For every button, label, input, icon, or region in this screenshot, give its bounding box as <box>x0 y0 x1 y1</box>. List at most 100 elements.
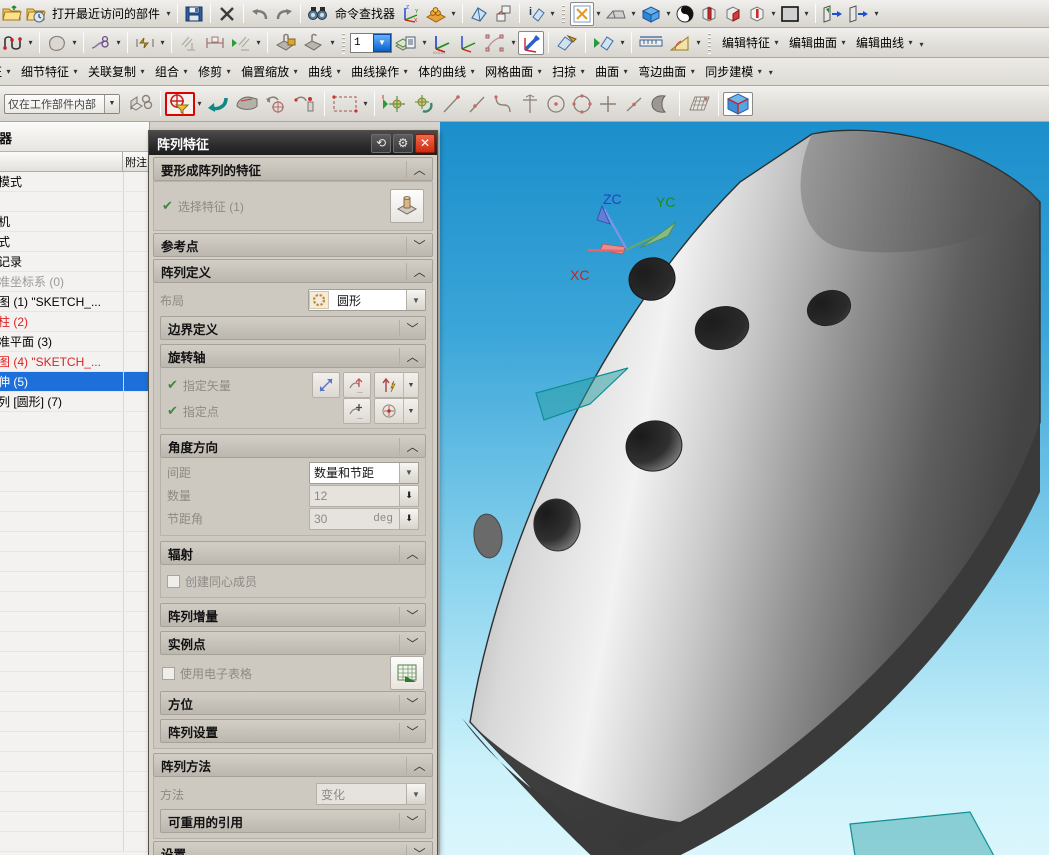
chevron-down-icon[interactable]: ▾ <box>769 2 778 26</box>
face-analysis-icon[interactable] <box>590 31 618 55</box>
group-header-pattern-method[interactable]: 阵列方法 ︿ <box>153 753 433 777</box>
group-header-rotation-axis[interactable]: 旋转轴 ︿ <box>160 344 426 368</box>
tree-row[interactable]: 史记录 <box>0 252 149 272</box>
tree-row-note-cell[interactable] <box>123 272 149 291</box>
group-header-reusable-reference[interactable]: 可重用的引用 ﹀ <box>160 809 426 833</box>
axis-icon[interactable] <box>517 92 543 116</box>
chevron-down-icon[interactable]: ﹀ <box>399 606 425 624</box>
tree-row[interactable]: 基准坐标系 (0) <box>0 272 149 292</box>
vector-constructor-icon[interactable]: ... <box>343 372 371 398</box>
cross-point-icon[interactable] <box>595 92 621 116</box>
vector-inferred-dropdown[interactable]: ▼ <box>374 372 419 398</box>
chevron-down-icon[interactable]: ▼ <box>399 462 418 483</box>
info-icon[interactable]: i <box>524 2 548 26</box>
chevron-down-icon[interactable]: ▾ <box>164 2 173 26</box>
menu-associative-copy[interactable]: 关联复制 ▾ <box>82 60 149 84</box>
point-inferred-icon[interactable] <box>375 399 403 423</box>
tree-row-note-cell[interactable] <box>123 172 149 191</box>
chevron-up-icon[interactable]: ︿ <box>406 160 432 178</box>
chevron-down-icon[interactable]: ▾ <box>291 60 300 84</box>
chevron-down-icon[interactable]: ▾ <box>468 60 477 84</box>
tree-row[interactable]: 基准平面 (3) <box>0 332 149 352</box>
menu-sweep[interactable]: 扫掠 ▾ <box>546 60 589 84</box>
datum-plane-icon[interactable] <box>126 92 156 116</box>
inferred-constraint-icon[interactable] <box>228 31 254 55</box>
toolbar-row-menus[interactable]: 征 ▾ 细节特征 ▾ 关联复制 ▾ 组合 ▾ 修剪 ▾ 偏置缩放 ▾ 曲线 ▾ … <box>0 58 1049 86</box>
tree-row[interactable]: 阵列 [圆形] (7) <box>0 392 149 412</box>
chevron-down-icon[interactable]: ▾ <box>181 60 190 84</box>
chevron-down-icon[interactable]: ▾ <box>138 60 147 84</box>
sketch-curve-icon[interactable] <box>0 31 26 55</box>
select-feature-row[interactable]: ✔ 选择特征 (1) <box>153 181 433 231</box>
select-feature-icon[interactable] <box>390 189 424 223</box>
toolbar-row-sketch[interactable]: ▾ ▾ ▾ ▾ ▾ ▾ 1 ▼ ▾ (0,0,0) ▾ ▾ ▾ 编辑特征 ▾ 编… <box>0 28 1049 58</box>
chevron-down-icon[interactable]: ▾ <box>664 2 673 26</box>
line-short-icon[interactable] <box>621 92 647 116</box>
toolbar-grip[interactable] <box>706 30 713 55</box>
resource-navigator-panel[interactable]: 统器 附注 录模式图象机达式史记录基准坐标系 (0) 草图 (1) "SKETCH… <box>0 122 150 855</box>
wcs-display-icon[interactable] <box>518 30 544 55</box>
dialog-title-bar[interactable]: 阵列特征 ⟲ ⚙ ✕ <box>149 131 437 155</box>
datum-lock-icon[interactable] <box>272 31 300 55</box>
stepper-icon[interactable]: ⬇ <box>399 485 418 506</box>
chevron-down-icon[interactable]: ﹀ <box>399 694 425 712</box>
model-history-tree[interactable]: 录模式图象机达式史记录基准坐标系 (0) 草图 (1) "SKETCH_... 圆柱… <box>0 172 149 852</box>
sketch-constraint-icon[interactable] <box>88 31 114 55</box>
perspective-icon[interactable] <box>603 2 629 26</box>
menu-curve-operation[interactable]: 曲线操作 ▾ <box>345 60 412 84</box>
chevron-down-icon[interactable]: ▾ <box>755 60 764 84</box>
move-object-icon[interactable] <box>379 92 409 116</box>
circle-icon[interactable] <box>569 92 595 116</box>
tree-row-note-cell[interactable] <box>123 252 149 271</box>
chevron-down-icon[interactable]: ▾ <box>621 60 630 84</box>
chevron-down-icon[interactable]: ▾ <box>334 60 343 84</box>
stepper-icon[interactable]: ⬇ <box>399 508 418 529</box>
undo-icon[interactable] <box>248 2 272 26</box>
group-header-instance-points[interactable]: 实例点 ﹀ <box>160 631 426 655</box>
chevron-down-icon[interactable]: ▾ <box>420 31 429 55</box>
chevron-down-icon[interactable]: ▾ <box>70 31 79 55</box>
chevron-down-icon[interactable]: ▼ <box>406 784 425 804</box>
mesh-grid-icon[interactable] <box>684 92 714 116</box>
3d-viewport[interactable]: ZC YC XC <box>440 122 1049 855</box>
group-header-reference-point[interactable]: 参考点 ﹀ <box>153 233 433 257</box>
spreadsheet-icon[interactable] <box>390 656 424 690</box>
layer-number-input[interactable]: 1 ▼ <box>350 32 392 53</box>
snap-point-icon[interactable] <box>290 92 320 116</box>
column-header-name[interactable] <box>0 152 124 171</box>
tree-row-note-cell[interactable] <box>123 292 149 311</box>
line-icon[interactable] <box>439 92 465 116</box>
close-button[interactable]: ✕ <box>415 133 435 153</box>
static-wireframe-icon[interactable] <box>697 2 721 26</box>
toolbar-row-selection[interactable]: 仅在工作部件内部 ▼ ▾ ▾ <box>0 86 1049 122</box>
tree-row-note-cell[interactable] <box>123 332 149 351</box>
menu-overflow-left[interactable]: 征 ▾ <box>0 60 15 84</box>
tree-row-note-cell[interactable] <box>123 212 149 231</box>
tree-row[interactable]: 圆柱 (2) <box>0 312 149 332</box>
sketch-region-icon[interactable] <box>44 31 70 55</box>
chevron-down-icon[interactable]: ▼ <box>403 399 418 423</box>
line-point-icon[interactable] <box>465 92 491 116</box>
chevron-down-icon[interactable]: ▾ <box>872 2 881 26</box>
rectangle-select-icon[interactable] <box>329 92 361 116</box>
tree-column-headers[interactable]: 附注 <box>0 152 149 172</box>
studio-icon[interactable] <box>745 2 769 26</box>
chevron-down-icon[interactable]: ▾ <box>401 60 410 84</box>
menu-flange-surface[interactable]: 弯边曲面 ▾ <box>632 60 699 84</box>
measure-angle-icon[interactable] <box>666 31 694 55</box>
concentric-checkbox[interactable] <box>167 574 180 588</box>
chevron-down-icon[interactable]: ▾ <box>4 60 13 84</box>
reverse-vector-icon[interactable] <box>312 372 340 398</box>
tree-row[interactable]: 录模式 <box>0 172 149 192</box>
point-constructor-icon[interactable]: ... <box>343 398 371 424</box>
menu-edit-surface[interactable]: 编辑曲面 ▾ <box>783 31 850 55</box>
chevron-down-icon[interactable]: ▾ <box>578 60 587 84</box>
chevron-down-icon[interactable]: ▾ <box>839 31 848 55</box>
chevron-down-icon[interactable]: ﹀ <box>399 634 425 652</box>
group-header-radial[interactable]: 辐射 ︿ <box>160 541 426 565</box>
sketch-quick-extend-icon[interactable] <box>132 31 158 55</box>
geometric-constraint-icon[interactable] <box>176 31 202 55</box>
layer-settings-icon[interactable] <box>846 2 872 26</box>
pattern-feature-dialog[interactable]: 阵列特征 ⟲ ⚙ ✕ 要形成阵列的特征 ︿ ✔ 选择特征 (1) 参考点 ﹀ 阵… <box>148 130 438 855</box>
chevron-up-icon[interactable]: ︿ <box>399 544 425 562</box>
